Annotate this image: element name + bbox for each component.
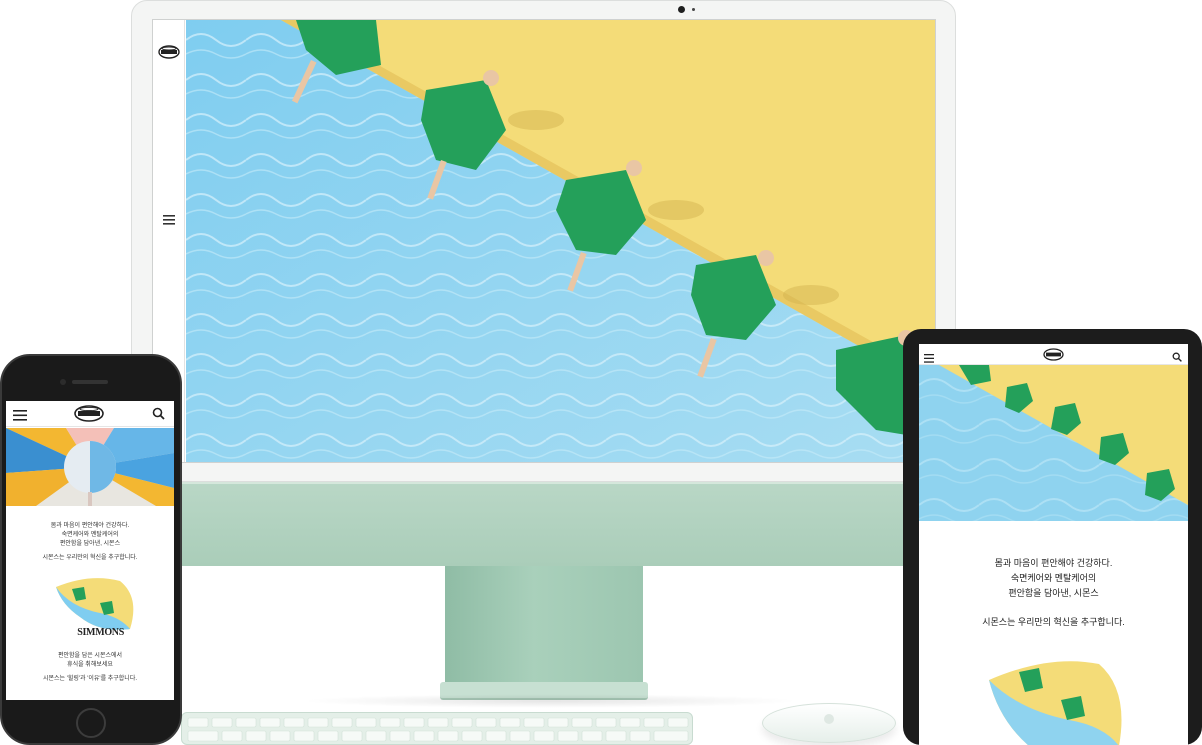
simmons-logo-icon[interactable] bbox=[74, 405, 104, 427]
tablet-intro-sub: 시몬스는 우리만의 혁신을 추구합니다. bbox=[982, 617, 1125, 627]
keyboard-keys-icon bbox=[187, 717, 689, 742]
imac-chin-divider bbox=[131, 482, 956, 484]
front-camera-icon bbox=[60, 379, 66, 385]
tablet-intro-line-2: 숙면케어와 멘탈케어의 bbox=[1010, 573, 1097, 583]
mobile-outro-sub: 시몬스는 '힐링'과 '이유'를 추구합니다. bbox=[42, 676, 138, 682]
mobile-header bbox=[6, 401, 174, 427]
magic-mouse bbox=[762, 703, 896, 743]
capsule-banner-image bbox=[6, 428, 174, 506]
home-button[interactable] bbox=[76, 708, 106, 738]
mobile-screen: 몸과 마음이 편안해야 건강하다. 숙면케어와 멘탈케어의 편안함을 담아낸, … bbox=[6, 401, 174, 700]
camera-icon bbox=[678, 6, 685, 13]
pool-wave-illustration bbox=[56, 578, 134, 630]
mobile-outro-line-2: 휴식을 취해보세요 bbox=[67, 662, 113, 668]
mobile-intro-line-1: 몸과 마음이 편안해야 건강하다. bbox=[50, 523, 130, 529]
keyboard bbox=[181, 712, 693, 745]
desk-shadow bbox=[300, 694, 800, 708]
simmons-logo-icon[interactable] bbox=[1043, 348, 1064, 366]
apple-logo-icon bbox=[824, 714, 834, 724]
hamburger-menu-icon[interactable] bbox=[13, 408, 27, 426]
hamburger-menu-icon[interactable] bbox=[163, 212, 175, 230]
camera-sensor-icon bbox=[692, 8, 695, 11]
pool-wave-illustration bbox=[989, 661, 1122, 745]
search-icon[interactable] bbox=[152, 407, 165, 425]
simmons-wordmark: SIMMONS bbox=[77, 627, 124, 638]
tablet-header bbox=[919, 344, 1188, 365]
mobile-outro-line-1: 편안함을 담은 시몬스에서 bbox=[57, 653, 123, 659]
tablet-intro-line-3: 편안함을 담아낸, 시몬스 bbox=[1008, 588, 1099, 598]
mobile-intro-sub: 시몬스는 우리만의 혁신을 추구합니다. bbox=[42, 555, 138, 561]
tablet-intro-line-1: 몸과 마음이 편안해야 건강하다. bbox=[994, 558, 1113, 568]
desktop-screen bbox=[152, 19, 936, 463]
mobile-intro-line-3: 편안함을 담아낸, 시몬스 bbox=[59, 541, 121, 547]
simmons-logo-icon[interactable] bbox=[158, 45, 180, 64]
imac-chin bbox=[131, 482, 956, 566]
pool-dresses-photo bbox=[186, 20, 935, 462]
imac-stand bbox=[445, 566, 643, 688]
pool-dresses-photo bbox=[919, 365, 1188, 521]
tablet-screen: 몸과 마음이 편안해야 건강하다. 숙면케어와 멘탈케어의 편안함을 담아낸, … bbox=[919, 344, 1188, 745]
speaker-icon bbox=[72, 380, 108, 384]
mobile-intro-line-2: 숙면케어와 멘탈케어의 bbox=[61, 532, 119, 538]
